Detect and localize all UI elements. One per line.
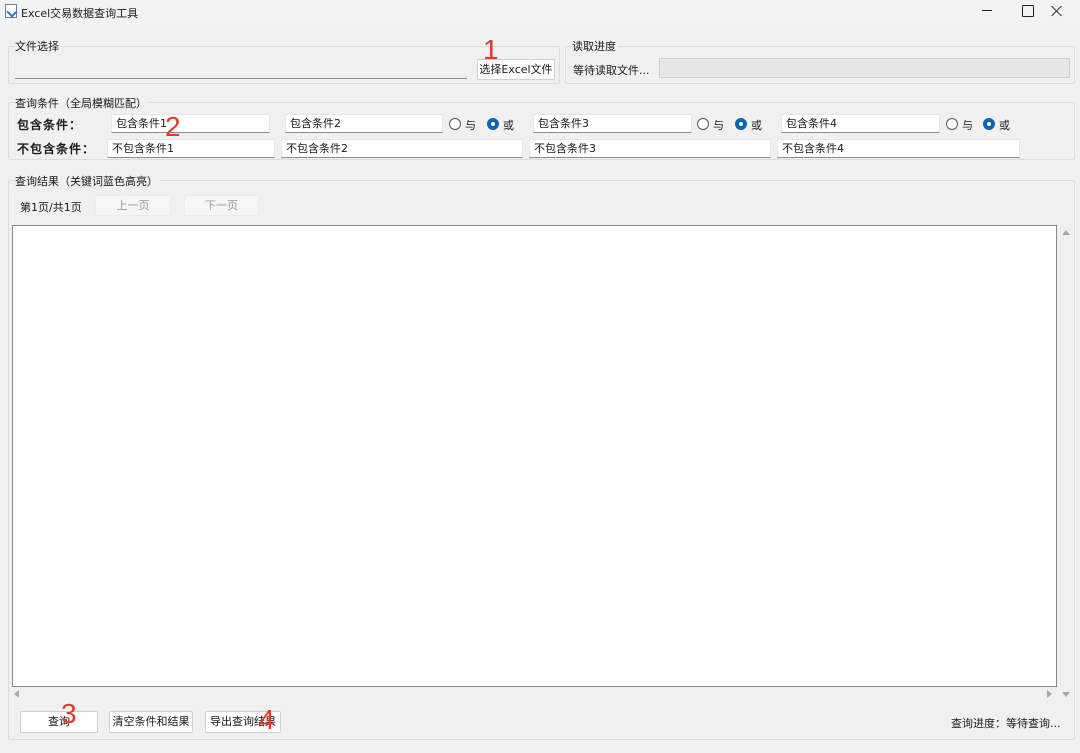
- include-field-4[interactable]: 包含条件4: [781, 114, 940, 133]
- window-title: Excel交易数据查询工具: [21, 7, 139, 20]
- read-progress-group-label: 读取进度: [572, 38, 618, 54]
- logic-or-radio-3[interactable]: [983, 118, 995, 130]
- file-select-group-label: 文件选择: [15, 38, 61, 54]
- logic-or-label-3: 或: [999, 119, 1010, 132]
- include-conditions-label: 包含条件：: [17, 118, 83, 132]
- query-status-text: 查询进度：等待查询...: [951, 717, 1061, 730]
- exclude-field-3[interactable]: 不包含条件3: [529, 139, 771, 158]
- logic-or-radio-1[interactable]: [487, 118, 499, 130]
- scroll-right-icon[interactable]: [1047, 690, 1052, 698]
- logic-and-radio-2[interactable]: [697, 118, 709, 130]
- include-field-2[interactable]: 包含条件2: [285, 114, 443, 133]
- scroll-up-icon[interactable]: [1062, 230, 1070, 235]
- logic-and-label-1: 与: [465, 119, 476, 132]
- annotation-marker-1: 1: [483, 34, 499, 65]
- scroll-left-icon[interactable]: [14, 690, 19, 698]
- results-group-label: 查询结果（关键词蓝色高亮）: [15, 173, 160, 189]
- read-status-text: 等待读取文件...: [573, 64, 650, 77]
- scroll-down-icon[interactable]: [1062, 692, 1070, 697]
- logic-and-radio-1[interactable]: [449, 118, 461, 130]
- query-conditions-group-label: 查询条件（全局模糊匹配）: [15, 95, 149, 111]
- logic-or-label-1: 或: [503, 119, 514, 132]
- exclude-field-2[interactable]: 不包含条件2: [281, 139, 523, 158]
- clear-conditions-button[interactable]: 清空条件和结果: [109, 711, 193, 733]
- read-progress-bar: [659, 58, 1070, 78]
- title-bar: [0, 0, 1080, 24]
- annotation-marker-2: 2: [165, 111, 181, 142]
- exclude-field-1[interactable]: 不包含条件1: [107, 139, 275, 158]
- query-button[interactable]: 查询: [20, 711, 98, 733]
- results-text-area[interactable]: [12, 225, 1057, 687]
- logic-or-radio-2[interactable]: [735, 118, 747, 130]
- include-field-3[interactable]: 包含条件3: [533, 114, 692, 133]
- page-info: 第1页/共1页: [20, 201, 82, 214]
- close-icon[interactable]: [1034, 0, 1080, 22]
- prev-page-button[interactable]: 上一页: [95, 195, 171, 216]
- include-field-1[interactable]: 包含条件1: [111, 114, 270, 133]
- logic-and-radio-3[interactable]: [946, 118, 958, 130]
- file-path-field[interactable]: [15, 60, 467, 79]
- logic-or-label-2: 或: [751, 119, 762, 132]
- annotation-marker-4: 4: [259, 704, 275, 735]
- exclude-conditions-label: 不包含条件：: [17, 142, 96, 156]
- exclude-field-4[interactable]: 不包含条件4: [777, 139, 1020, 158]
- app-icon: [5, 4, 17, 18]
- logic-and-label-3: 与: [962, 119, 973, 132]
- next-page-button[interactable]: 下一页: [184, 195, 259, 216]
- logic-and-label-2: 与: [713, 119, 724, 132]
- annotation-marker-3: 3: [61, 698, 77, 729]
